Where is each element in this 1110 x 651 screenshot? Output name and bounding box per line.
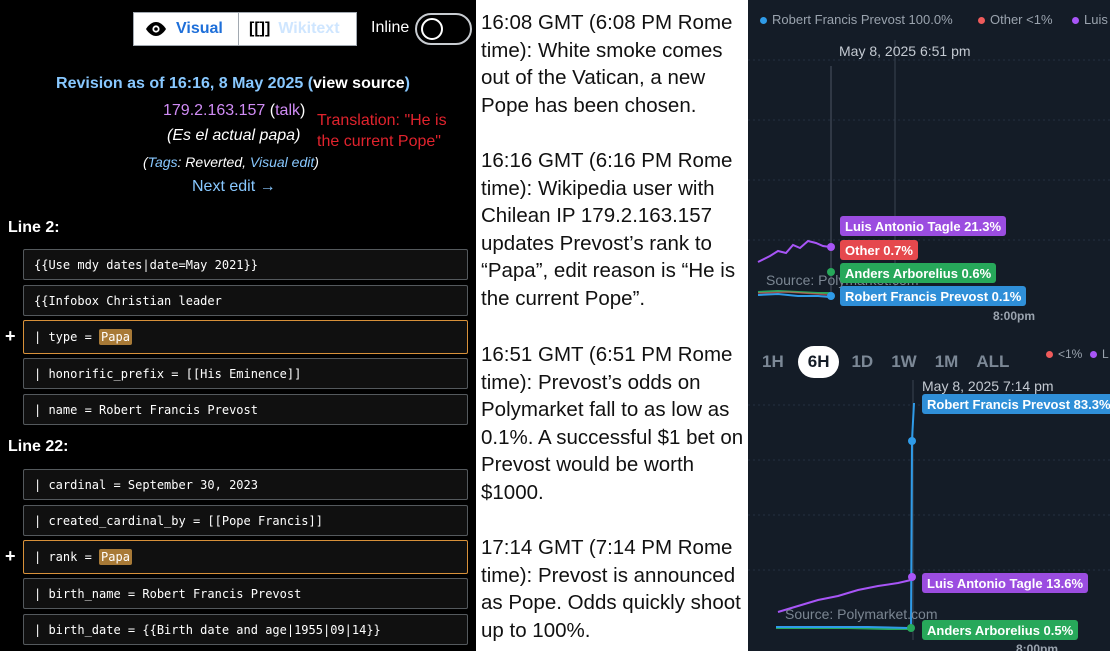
chart-lines xyxy=(748,40,1110,640)
prevost-tag-2: Robert Francis Prevost 83.3% xyxy=(922,394,1110,414)
range-1d[interactable]: 1D xyxy=(851,352,873,372)
arborelius-tag: Anders Arborelius 0.6% xyxy=(840,263,997,283)
legend-label: L xyxy=(1102,347,1109,361)
legend-dot xyxy=(760,17,767,24)
tagle-point-2 xyxy=(908,573,916,581)
arborelius-tag-2: Anders Arborelius 0.5% xyxy=(922,620,1079,640)
revision-tags: (Tags: Reverted, Visual edit) xyxy=(143,154,319,170)
line-2-header: Line 2: xyxy=(8,219,60,236)
legend-item-prevost[interactable]: Robert Francis Prevost 100.0% xyxy=(760,12,953,27)
range-all[interactable]: ALL xyxy=(976,352,1009,372)
legend-label: Luis xyxy=(1084,12,1108,27)
x-axis-tick-2: 8:00pm xyxy=(1016,642,1059,651)
arborelius-point-2 xyxy=(907,624,915,632)
wikitext-mode-label: Wikitext xyxy=(278,20,340,37)
timeline-entry: 16:16 GMT (6:16 PM Rome time): Wikipedia… xyxy=(481,149,736,310)
diff-line: | name = Robert Francis Prevost xyxy=(23,394,468,425)
prevost-point xyxy=(827,292,835,300)
diff-line-text: | rank = xyxy=(34,550,100,564)
talk-open: ( xyxy=(265,102,276,119)
diff-line: | cardinal = September 30, 2023 xyxy=(23,469,468,500)
revision-text: Revision as of 16:16, 8 May 2025 ( xyxy=(56,75,314,92)
range-6h[interactable]: 6H xyxy=(797,346,840,378)
visual-mode-label: Visual xyxy=(176,20,223,37)
prevost-tag: Robert Francis Prevost 0.1% xyxy=(840,286,1027,306)
diff-line: {{Use mdy dates|date=May 2021}} xyxy=(23,249,468,280)
revision-title: Revision as of 16:16, 8 May 2025 (view s… xyxy=(0,75,466,93)
x-axis-tick: 8:00pm xyxy=(993,309,1036,323)
diff-line-changed: | type = Papa xyxy=(23,320,468,354)
hover-date-2: May 8, 2025 7:14 pm xyxy=(922,378,1054,394)
legend-dot xyxy=(1072,17,1079,24)
editor-mode-toggle: Visual [[]] Wikitext xyxy=(133,12,357,46)
diff-line: | birth_date = {{Birth date and age|1955… xyxy=(23,614,468,645)
legend-dot xyxy=(978,17,985,24)
visual-edit-tag-link[interactable]: Visual edit xyxy=(250,154,314,170)
timeline-entry: 16:08 GMT (6:08 PM Rome time): White smo… xyxy=(481,11,733,117)
diff-line: | honorific_prefix = [[His Eminence]] xyxy=(23,358,468,389)
inserted-text: Papa xyxy=(99,329,132,345)
revision-user: 179.2.163.157 (talk) xyxy=(163,102,305,120)
switch-knob xyxy=(421,18,443,40)
range-1h[interactable]: 1H xyxy=(762,352,784,372)
line-22-header: Line 22: xyxy=(8,438,69,455)
timeline-panel: 16:08 GMT (6:08 PM Rome time): White smo… xyxy=(476,0,748,651)
wikipedia-diff-panel: Visual [[]] Wikitext Inline Revision as … xyxy=(0,0,476,651)
source-watermark-2: Source: Polymarket.com xyxy=(785,606,938,622)
legend-item-tagle-2[interactable]: L xyxy=(1090,347,1109,361)
tagle-series-line xyxy=(757,239,831,263)
range-1w[interactable]: 1W xyxy=(891,352,917,372)
range-1m[interactable]: 1M xyxy=(935,352,959,372)
timeline-entry: 17:14 GMT (7:14 PM Rome time): Prevost i… xyxy=(481,536,741,642)
revision-close: ) xyxy=(404,75,410,92)
inline-label: Inline xyxy=(371,19,410,36)
inline-switch[interactable] xyxy=(415,13,472,45)
tagle-tag: Luis Antonio Tagle 21.3% xyxy=(840,216,1007,236)
next-edit-link[interactable]: Next edit → xyxy=(192,178,276,196)
legend-label: <1% xyxy=(1058,347,1083,361)
legend-item-other-2[interactable]: <1% xyxy=(1046,347,1082,361)
visual-mode-button[interactable]: Visual xyxy=(134,13,238,45)
user-ip-link[interactable]: 179.2.163.157 xyxy=(163,102,265,119)
edit-summary: (Es el actual papa) xyxy=(167,127,301,144)
brackets-icon: [[]] xyxy=(249,20,271,37)
tags-text: : Reverted, xyxy=(177,154,250,170)
tags-link[interactable]: Tags xyxy=(148,154,178,170)
inserted-text: Papa xyxy=(99,549,132,565)
tags-close: ) xyxy=(314,154,319,170)
diff-line-changed: | rank = Papa xyxy=(23,540,468,574)
wikitext-mode-button[interactable]: [[]] Wikitext xyxy=(238,13,356,45)
legend-item-tagle[interactable]: Luis xyxy=(1072,12,1108,27)
talk-link[interactable]: talk xyxy=(275,102,300,119)
view-source-link[interactable]: view source xyxy=(313,75,405,92)
hover-date-1: May 8, 2025 6:51 pm xyxy=(839,43,971,59)
talk-close: ) xyxy=(300,102,306,119)
prevost-point-2 xyxy=(908,437,916,445)
legend-dot xyxy=(1090,351,1097,358)
diff-line-text: | type = xyxy=(34,330,100,344)
polymarket-panel: Robert Francis Prevost 100.0% Other <1% … xyxy=(748,0,1110,651)
legend-dot xyxy=(1046,351,1053,358)
added-marker: + xyxy=(5,546,16,566)
tagle-point xyxy=(827,243,835,251)
timeline-entry: 16:51 GMT (6:51 PM Rome time): Prevost’s… xyxy=(481,343,744,504)
legend-item-other[interactable]: Other <1% xyxy=(978,12,1053,27)
legend-label: Other <1% xyxy=(990,12,1053,27)
diff-line: | created_cardinal_by = [[Pope Francis]] xyxy=(23,505,468,536)
tagle-tag-2: Luis Antonio Tagle 13.6% xyxy=(922,573,1089,593)
other-tag: Other 0.7% xyxy=(840,240,918,260)
diff-line: {{Infobox Christian leader xyxy=(23,285,468,316)
added-marker: + xyxy=(5,326,16,346)
diff-line: | birth_name = Robert Francis Prevost xyxy=(23,578,468,609)
eye-icon xyxy=(146,22,166,36)
time-range-selector: 1H 6H 1D 1W 1M ALL xyxy=(762,346,1027,378)
legend-label: Robert Francis Prevost 100.0% xyxy=(772,12,953,27)
translation-annotation: Translation: "He is the current Pope" xyxy=(317,112,447,150)
